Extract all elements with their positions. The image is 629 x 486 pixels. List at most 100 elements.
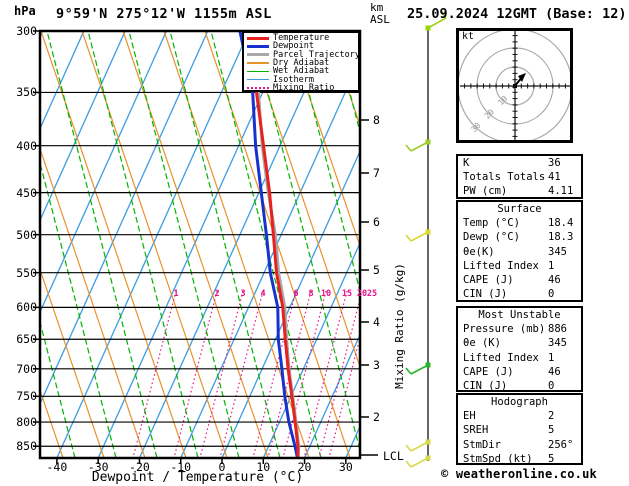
altitude-axis-unit: km ASL xyxy=(370,2,390,26)
row-label: Lifted Index xyxy=(463,351,539,364)
table-row: PW (cm) 4.11 xyxy=(458,184,581,198)
pressure-tick-label: 450 xyxy=(16,185,37,200)
section-header: Hodograph xyxy=(491,396,548,408)
table-row: CIN (J) 0 xyxy=(458,287,581,301)
page-title: 9°59'N 275°12'W 1155m ASL xyxy=(56,6,272,22)
row-label: θe (K) xyxy=(463,337,501,350)
row-label: Dewp (°C) xyxy=(463,231,520,244)
row-label: PW (cm) xyxy=(463,185,508,198)
table-row: Pressure (mb) 886 xyxy=(458,322,581,336)
row-value: 1 xyxy=(548,259,555,272)
table-row: StmDir 256° xyxy=(458,438,581,452)
section-header: Most Unstable xyxy=(478,309,561,321)
mixing-ratio-tick-label: 25 xyxy=(366,289,378,299)
mixing-ratio-line-swatch xyxy=(247,86,269,89)
row-value: 4.11 xyxy=(548,185,574,198)
table-row: Totals Totals 41 xyxy=(458,170,581,184)
row-label: Lifted Index xyxy=(463,259,539,272)
row-value: 5 xyxy=(548,452,555,465)
row-label: Pressure (mb) xyxy=(463,323,546,336)
pressure-tick-label: 700 xyxy=(16,361,37,376)
table-row: CAPE (J) 46 xyxy=(458,273,581,287)
indices-table: K 36 Totals Totals 41 PW (cm) 4.11 xyxy=(456,154,583,199)
pressure-tick-label: 650 xyxy=(16,332,37,347)
table-row: θe(K) 345 xyxy=(458,245,581,259)
pressure-tick-label: 750 xyxy=(16,389,37,404)
table-row: Lifted Index 1 xyxy=(458,351,581,365)
row-value: 256° xyxy=(548,438,574,451)
table-row: K 36 xyxy=(458,156,581,170)
row-value: 0 xyxy=(548,288,555,301)
row-value: 0 xyxy=(548,379,555,392)
row-value: 46 xyxy=(548,365,561,378)
dewpoint-line-swatch xyxy=(247,44,269,48)
pressure-axis-unit: hPa xyxy=(14,4,36,18)
row-label: CAPE (J) xyxy=(463,273,514,286)
mixing-ratio-tick-label: 2 xyxy=(214,289,220,299)
row-label: Temp (°C) xyxy=(463,217,520,230)
hodograph-panel xyxy=(456,28,573,143)
legend-label: Mixing Ratio xyxy=(273,82,335,93)
table-row: Lifted Index 1 xyxy=(458,259,581,273)
altitude-tick-label: 8 xyxy=(373,113,380,127)
surface-table: Surface Temp (°C) 18.4 Dewp (°C) 18.3 θe(K… xyxy=(456,200,583,302)
pressure-tick-label: 850 xyxy=(16,439,37,454)
pressure-tick-label: 500 xyxy=(16,227,37,242)
mixing-ratio-axis-title: Mixing Ratio (g/kg) xyxy=(393,263,406,389)
row-value: 345 xyxy=(548,245,567,258)
mixing-ratio-tick-label: 1 xyxy=(173,289,179,299)
row-label: StmDir xyxy=(463,438,501,451)
table-row: θe (K) 345 xyxy=(458,336,581,350)
skewt-sounding-page: 10 2 0 3 0 hPa 9°59'N 275°12'W 1155m ASL 25.… xyxy=(0,0,629,486)
table-row: CAPE (J) 46 xyxy=(458,365,581,379)
pressure-tick-label: 600 xyxy=(16,300,37,315)
dry-adiabat-line-swatch xyxy=(247,62,269,64)
row-value: 1 xyxy=(548,351,555,364)
row-label: CAPE (J) xyxy=(463,365,514,378)
row-label: Totals Totals xyxy=(463,171,546,184)
altitude-tick-label: 4 xyxy=(373,315,380,329)
altitude-tick-label: 6 xyxy=(373,215,380,229)
row-label: SREH xyxy=(463,424,489,437)
mixing-ratio-tick-label: 4 xyxy=(260,289,266,299)
row-value: 36 xyxy=(548,157,561,169)
altitude-tick-label: 5 xyxy=(373,263,380,277)
parcel-line-swatch xyxy=(247,53,269,57)
run-datetime: 25.09.2024 12GMT (Base: 12) xyxy=(407,6,627,22)
pressure-tick-label: 800 xyxy=(16,415,37,430)
copyright-credit: © weatheronline.co.uk xyxy=(441,467,597,481)
wet-adiabat-line-swatch xyxy=(247,70,269,73)
mixing-ratio-tick-label: 3 xyxy=(240,289,246,299)
altitude-tick-label: 7 xyxy=(373,166,380,180)
isotherm-line-swatch xyxy=(247,78,269,81)
lcl-label: LCL xyxy=(383,449,404,463)
table-row: CIN (J) 0 xyxy=(458,379,581,393)
legend: Temperature Dewpoint Parcel Trajectory D… xyxy=(242,31,360,92)
pressure-tick-label: 350 xyxy=(16,85,37,100)
pressure-tick-label: 550 xyxy=(16,265,37,280)
row-value: 345 xyxy=(548,337,567,350)
most-unstable-table: Most Unstable Pressure (mb) 886 θe (K) 345… xyxy=(456,306,583,392)
row-value: 2 xyxy=(548,410,555,423)
x-axis-title: Dewpoint / Temperature (°C) xyxy=(91,470,304,485)
altitude-tick-label: 2 xyxy=(373,410,380,424)
table-row: EH 2 xyxy=(458,409,581,423)
row-value: 886 xyxy=(548,323,567,336)
table-row: Dewp (°C) 18.3 xyxy=(458,230,581,244)
row-label: CIN (J) xyxy=(463,288,508,301)
row-label: EH xyxy=(463,410,476,423)
table-row: StmSpd (kt) 5 xyxy=(458,452,581,466)
section-header: Surface xyxy=(497,203,542,215)
pressure-tick-label: 300 xyxy=(16,24,37,38)
row-label: StmSpd (kt) xyxy=(463,452,533,465)
row-value: 18.3 xyxy=(548,231,574,244)
row-value: 41 xyxy=(548,171,561,184)
row-label: θe(K) xyxy=(463,245,495,258)
altitude-axis-unit-asl: ASL xyxy=(370,13,390,26)
row-label: CIN (J) xyxy=(463,379,508,392)
hodograph-table: Hodograph EH 2 SREH 5 StmDir 256° StmSpd (k… xyxy=(456,393,583,465)
temperature-line-swatch xyxy=(247,36,269,40)
mixing-ratio-tick-label: 10 xyxy=(320,289,332,299)
pressure-tick-label: 400 xyxy=(16,138,37,153)
row-value: 18.4 xyxy=(548,217,574,230)
